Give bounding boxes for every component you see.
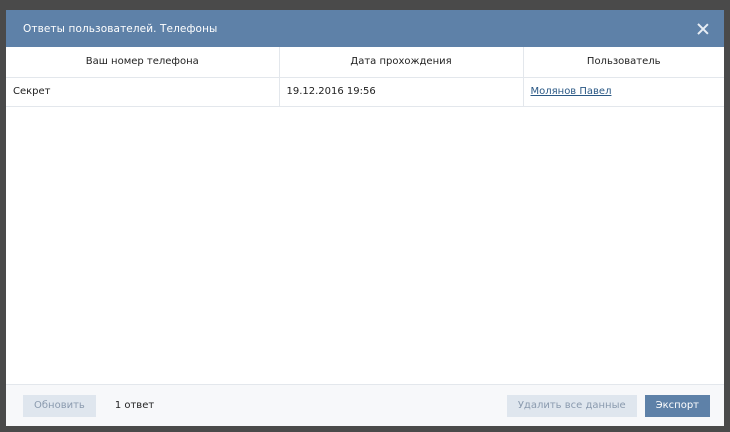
dialog-title: Ответы пользователей. Телефоны bbox=[23, 22, 218, 35]
dialog-footer: Обновить 1 ответ Удалить все данные Эксп… bbox=[6, 384, 724, 426]
table-header-row: Ваш номер телефона Дата прохождения Поль… bbox=[6, 47, 724, 78]
dialog-header: Ответы пользователей. Телефоны bbox=[6, 10, 724, 47]
delete-all-button[interactable]: Удалить все данные bbox=[506, 394, 637, 417]
column-header-date[interactable]: Дата прохождения bbox=[279, 47, 524, 78]
cell-user: Молянов Павел bbox=[523, 77, 724, 107]
column-header-user[interactable]: Пользователь bbox=[523, 47, 724, 78]
cell-phone: Секрет bbox=[6, 77, 280, 107]
user-link[interactable]: Молянов Павел bbox=[531, 86, 612, 97]
answers-dialog: Ответы пользователей. Телефоны Ваш номер… bbox=[6, 10, 724, 426]
close-icon[interactable] bbox=[696, 22, 710, 36]
column-header-phone[interactable]: Ваш номер телефона bbox=[6, 47, 280, 78]
answers-table: Ваш номер телефона Дата прохождения Поль… bbox=[6, 47, 724, 107]
answers-table-area: Ваш номер телефона Дата прохождения Поль… bbox=[6, 47, 724, 384]
cell-date: 19.12.2016 19:56 bbox=[279, 77, 524, 107]
refresh-button[interactable]: Обновить bbox=[23, 394, 96, 417]
export-button[interactable]: Экспорт bbox=[644, 394, 710, 417]
answers-count: 1 ответ bbox=[114, 400, 155, 411]
table-row: Секрет 19.12.2016 19:56 Молянов Павел bbox=[6, 77, 724, 107]
